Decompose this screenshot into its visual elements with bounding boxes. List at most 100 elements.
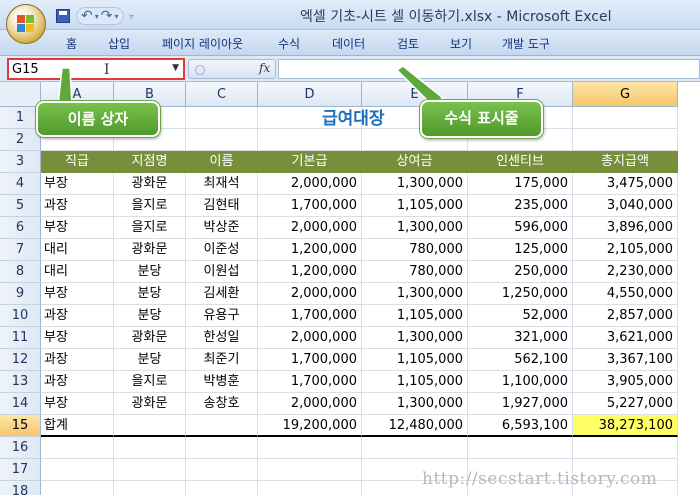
cell[interactable]: [186, 107, 258, 129]
table-cell[interactable]: 과장: [41, 371, 114, 393]
undo-button[interactable]: ↶ ▾ ↷ ▾: [76, 7, 124, 25]
table-cell[interactable]: 3,475,000: [573, 173, 678, 195]
table-cell[interactable]: 321,000: [468, 327, 573, 349]
cell[interactable]: [114, 481, 186, 495]
table-cell[interactable]: 대리: [41, 239, 114, 261]
table-cell[interactable]: 2,105,000: [573, 239, 678, 261]
table-cell[interactable]: 596,000: [468, 217, 573, 239]
table-cell[interactable]: 부장: [41, 173, 114, 195]
table-cell[interactable]: 이원섭: [186, 261, 258, 283]
table-cell[interactable]: 1,105,000: [362, 305, 468, 327]
cell[interactable]: [573, 437, 678, 459]
cell[interactable]: [468, 437, 573, 459]
column-header-c[interactable]: C: [186, 82, 258, 107]
cell[interactable]: [186, 129, 258, 151]
table-cell[interactable]: 2,000,000: [258, 327, 362, 349]
row-header-6[interactable]: 6: [0, 217, 41, 239]
table-cell[interactable]: 2,000,000: [258, 283, 362, 305]
table-cell[interactable]: 780,000: [362, 239, 468, 261]
row-header-14[interactable]: 14: [0, 393, 41, 415]
tab-review[interactable]: 검토: [397, 35, 419, 52]
cell[interactable]: [41, 481, 114, 495]
tab-page-layout[interactable]: 페이지 레이아웃: [162, 35, 243, 52]
row-header-10[interactable]: 10: [0, 305, 41, 327]
splitter-handle-icon[interactable]: [195, 65, 205, 75]
table-cell[interactable]: 대리: [41, 261, 114, 283]
table-cell[interactable]: 분당: [114, 349, 186, 371]
cell[interactable]: [573, 129, 678, 151]
table-cell[interactable]: 3,040,000: [573, 195, 678, 217]
insert-function-icon[interactable]: fx: [259, 61, 270, 75]
total-cell[interactable]: 합계: [41, 415, 114, 437]
cell[interactable]: [573, 107, 678, 129]
column-header-d[interactable]: D: [258, 82, 362, 107]
table-cell[interactable]: 3,896,000: [573, 217, 678, 239]
table-cell[interactable]: 광화문: [114, 239, 186, 261]
cell[interactable]: [362, 437, 468, 459]
cell[interactable]: [41, 437, 114, 459]
cell[interactable]: [186, 437, 258, 459]
table-cell[interactable]: 235,000: [468, 195, 573, 217]
table-cell[interactable]: 5,227,000: [573, 393, 678, 415]
table-cell[interactable]: 1,927,000: [468, 393, 573, 415]
table-cell[interactable]: 125,000: [468, 239, 573, 261]
total-cell[interactable]: [114, 415, 186, 437]
table-cell[interactable]: 부장: [41, 393, 114, 415]
table-cell[interactable]: 1,300,000: [362, 393, 468, 415]
table-cell[interactable]: 김현태: [186, 195, 258, 217]
table-cell[interactable]: 2,000,000: [258, 217, 362, 239]
table-cell[interactable]: 광화문: [114, 173, 186, 195]
table-cell[interactable]: 부장: [41, 283, 114, 305]
table-cell[interactable]: 52,000: [468, 305, 573, 327]
table-cell[interactable]: 1,200,000: [258, 239, 362, 261]
tab-developer[interactable]: 개발 도구: [502, 35, 550, 52]
customize-qat-icon[interactable]: ▿: [130, 12, 134, 21]
row-header-12[interactable]: 12: [0, 349, 41, 371]
table-cell[interactable]: 을지로: [114, 371, 186, 393]
table-cell[interactable]: 최준기: [186, 349, 258, 371]
row-header-9[interactable]: 9: [0, 283, 41, 305]
table-cell[interactable]: 송창호: [186, 393, 258, 415]
table-cell[interactable]: 1,700,000: [258, 371, 362, 393]
table-cell[interactable]: 1,300,000: [362, 217, 468, 239]
table-cell[interactable]: 1,100,000: [468, 371, 573, 393]
table-cell[interactable]: 과장: [41, 195, 114, 217]
table-cell[interactable]: 광화문: [114, 327, 186, 349]
table-cell[interactable]: 1,700,000: [258, 349, 362, 371]
select-all-button[interactable]: [0, 82, 41, 107]
table-cell[interactable]: 3,621,000: [573, 327, 678, 349]
table-cell[interactable]: 과장: [41, 349, 114, 371]
total-cell[interactable]: 19,200,000: [258, 415, 362, 437]
table-cell[interactable]: 1,250,000: [468, 283, 573, 305]
table-cell[interactable]: 분당: [114, 305, 186, 327]
table-cell[interactable]: 562,100: [468, 349, 573, 371]
tab-home[interactable]: 홈: [66, 35, 77, 52]
table-cell[interactable]: 박상준: [186, 217, 258, 239]
table-cell[interactable]: 3,367,100: [573, 349, 678, 371]
cell[interactable]: [41, 459, 114, 481]
table-cell[interactable]: 2,000,000: [258, 173, 362, 195]
row-header-8[interactable]: 8: [0, 261, 41, 283]
table-cell[interactable]: 최재석: [186, 173, 258, 195]
total-cell[interactable]: 6,593,100: [468, 415, 573, 437]
row-header-4[interactable]: 4: [0, 173, 41, 195]
cell[interactable]: [258, 459, 362, 481]
table-cell[interactable]: 4,550,000: [573, 283, 678, 305]
table-cell[interactable]: 1,300,000: [362, 327, 468, 349]
row-header-15[interactable]: 15: [0, 415, 41, 437]
table-cell[interactable]: 2,230,000: [573, 261, 678, 283]
cell[interactable]: [258, 437, 362, 459]
cell[interactable]: [186, 459, 258, 481]
table-cell[interactable]: 1,105,000: [362, 349, 468, 371]
table-cell[interactable]: 광화문: [114, 393, 186, 415]
cell[interactable]: [258, 481, 362, 495]
table-cell[interactable]: 박병훈: [186, 371, 258, 393]
table-cell[interactable]: 1,105,000: [362, 195, 468, 217]
row-header-5[interactable]: 5: [0, 195, 41, 217]
table-cell[interactable]: 2,857,000: [573, 305, 678, 327]
row-header-7[interactable]: 7: [0, 239, 41, 261]
cell[interactable]: [114, 459, 186, 481]
row-header-11[interactable]: 11: [0, 327, 41, 349]
table-cell[interactable]: 1,300,000: [362, 173, 468, 195]
table-cell[interactable]: 부장: [41, 217, 114, 239]
